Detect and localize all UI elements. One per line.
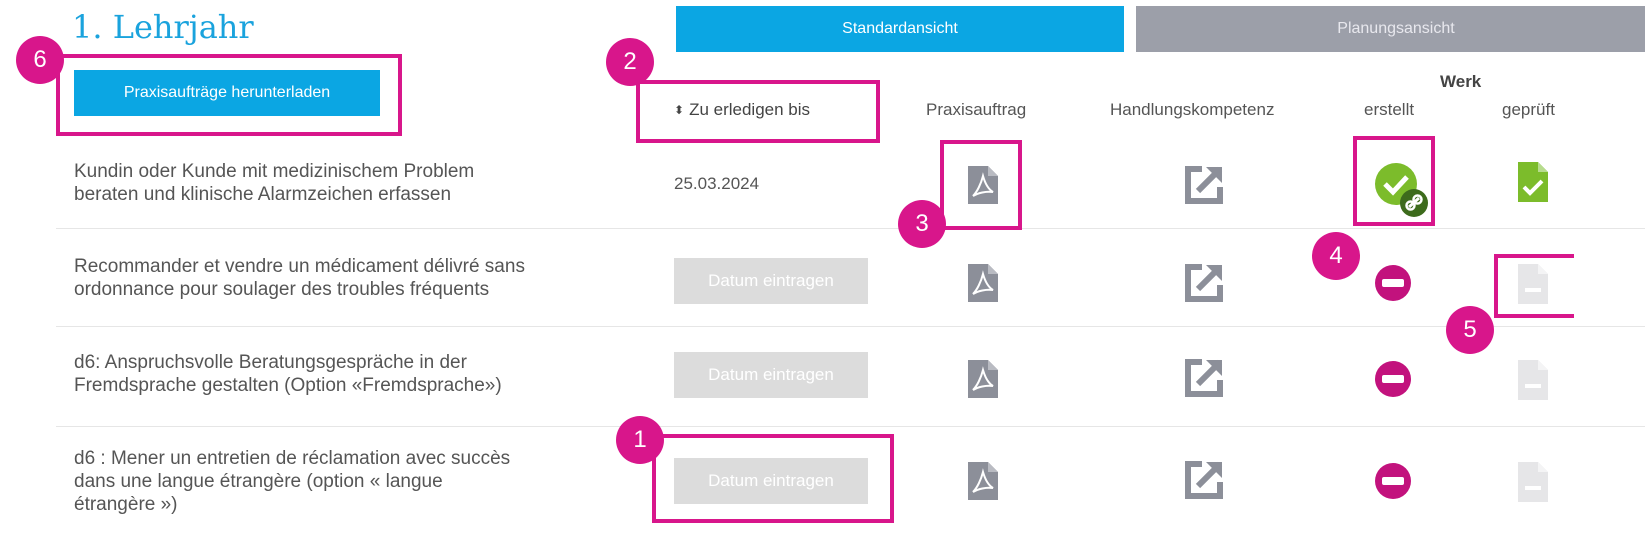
highlight-box-checked (1494, 254, 1574, 318)
werk-column-header: Werk (1440, 72, 1482, 91)
page-title: 1. Lehrjahr (72, 8, 254, 46)
pdf-icon[interactable] (966, 460, 1000, 502)
external-link-icon[interactable] (1182, 261, 1226, 305)
table-row-title: Kundin oder Kunde mit medizinischem Prob… (74, 161, 475, 205)
annotation-badge-5: 5 (1446, 306, 1494, 354)
document-icon (1518, 462, 1548, 502)
external-link-icon[interactable] (1182, 458, 1226, 502)
highlight-box-download (56, 54, 402, 136)
checked-column-header: geprüft (1502, 100, 1555, 119)
minus-circle-icon (1375, 361, 1411, 397)
table-row-title: Recommander et vendre un médicament déli… (74, 256, 525, 300)
highlight-box-sort-header (636, 80, 880, 143)
due-date-value: 25.03.2024 (674, 174, 760, 193)
enter-date-button[interactable]: Datum eintragen (674, 352, 868, 398)
annotation-badge-4: 4 (1312, 232, 1360, 280)
enter-date-button[interactable]: Datum eintragen (674, 258, 868, 304)
created-column-header: erstellt (1364, 100, 1415, 119)
document-check-icon[interactable] (1516, 160, 1550, 204)
table-row-title: d6: Anspruchsvolle Beratungsgespräche in… (74, 352, 502, 396)
pdf-icon[interactable] (966, 262, 1000, 304)
row-divider (56, 326, 1645, 327)
annotation-badge-2: 2 (606, 38, 654, 86)
planning-view-button[interactable]: Planungsansicht (1136, 6, 1645, 52)
annotation-badge-6: 6 (16, 36, 64, 84)
row-divider (56, 426, 1645, 427)
task-column-header: Praxisauftrag (926, 100, 1027, 119)
external-link-icon[interactable] (1182, 163, 1226, 207)
table-row-title: d6 : Mener un entretien de réclamation a… (74, 448, 511, 515)
standard-view-button[interactable]: Standardansicht (676, 6, 1124, 52)
row-divider (56, 228, 1645, 229)
annotation-badge-1: 1 (616, 416, 664, 464)
competence-column-header: Handlungskompetenz (1110, 100, 1275, 119)
highlight-box-enter-date (652, 434, 894, 523)
highlight-box-pdf (940, 140, 1022, 230)
document-icon (1518, 360, 1548, 400)
minus-circle-icon (1375, 463, 1411, 499)
annotation-badge-3: 3 (898, 200, 946, 248)
pdf-icon[interactable] (966, 358, 1000, 400)
highlight-box-created (1353, 136, 1435, 226)
external-link-icon[interactable] (1182, 356, 1226, 400)
minus-circle-icon (1375, 265, 1411, 301)
